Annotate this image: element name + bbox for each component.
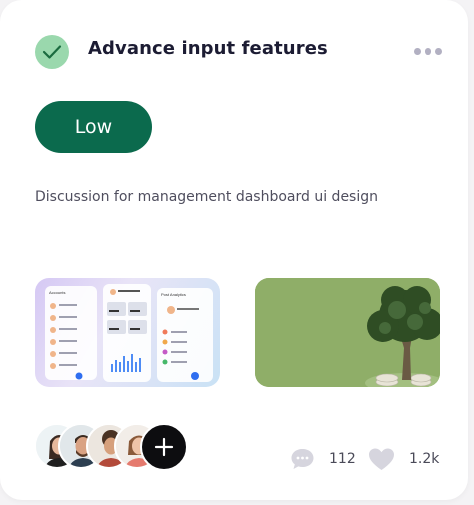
preview-panel-title: Accounts [49,290,66,295]
heart-icon [369,448,394,470]
likes-stat[interactable]: 1.2k [368,446,439,472]
priority-badge[interactable]: Low [35,101,152,153]
likes-count: 1.2k [409,451,440,467]
comments-stat[interactable]: 112 [290,446,356,472]
check-circle-icon[interactable] [35,35,69,69]
more-options-icon[interactable] [414,46,443,56]
task-card[interactable]: Advance input features Low Discussion fo… [0,0,468,500]
task-description: Discussion for management dashboard ui d… [35,189,378,205]
member-avatars [34,423,194,471]
plus-icon [154,437,174,457]
preview-panel-title: Post Analytics [161,292,186,297]
add-member-button[interactable] [140,423,188,471]
money-tree-image[interactable] [255,278,440,387]
dashboard-preview-image[interactable]: Accounts Post Analytics [35,278,220,387]
task-title: Advance input features [88,38,328,59]
comments-count: 112 [329,451,356,467]
comment-icon [291,449,314,469]
